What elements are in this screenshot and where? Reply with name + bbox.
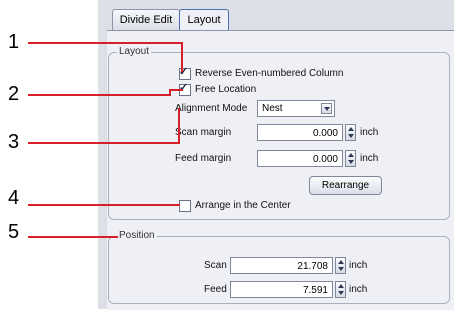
- position-feed-spinner[interactable]: [335, 281, 346, 298]
- callout-5: 5: [8, 221, 20, 243]
- callout-3-line-vertical: [178, 108, 180, 144]
- tab-layout[interactable]: Layout: [179, 9, 229, 31]
- arrow-down-icon: [338, 267, 344, 271]
- rearrange-button[interactable]: Rearrange: [309, 176, 382, 195]
- callout-1: 1: [8, 31, 20, 53]
- arrow-up-icon: [338, 284, 344, 288]
- arrow-down-icon: [348, 134, 354, 138]
- arrow-down-icon: [348, 160, 354, 164]
- alignment-mode-label: Alignment Mode: [175, 103, 248, 114]
- chevron-down-icon: [321, 103, 332, 114]
- arrow-down-icon: [338, 291, 344, 295]
- tab-divide-edit-label: Divide Edit: [119, 14, 173, 26]
- arrow-up-icon: [338, 260, 344, 264]
- checkmark-icon: ✓: [179, 82, 189, 94]
- tab-layout-label: Layout: [187, 14, 221, 26]
- scan-margin-unit: inch: [360, 127, 379, 138]
- callout-3-line: [28, 142, 180, 144]
- feed-margin-input[interactable]: 0.000: [257, 150, 343, 167]
- callout-2-line-step: [169, 89, 183, 91]
- callout-2: 2: [8, 83, 20, 105]
- arrow-up-icon: [348, 153, 354, 157]
- scan-margin-label: Scan margin: [175, 127, 232, 138]
- position-feed-label: Feed: [204, 284, 227, 295]
- callout-2-line: [28, 94, 170, 96]
- position-scan-input[interactable]: 21.708: [230, 257, 333, 274]
- scan-margin-spinner[interactable]: [345, 124, 356, 141]
- feed-margin-spinner[interactable]: [345, 150, 356, 167]
- position-scan-spinner[interactable]: [335, 257, 346, 274]
- layout-group-legend: Layout: [117, 46, 152, 57]
- alignment-mode-value: Nest: [262, 103, 283, 114]
- callout-3: 3: [8, 131, 20, 153]
- tab-divide-edit[interactable]: Divide Edit: [112, 9, 180, 31]
- feed-margin-unit: inch: [360, 153, 379, 164]
- callout-4-line: [28, 204, 180, 206]
- reverse-column-label: Reverse Even-numbered Column: [195, 68, 344, 79]
- position-feed-input[interactable]: 7.591: [230, 281, 333, 298]
- position-group-legend: Position: [117, 230, 157, 241]
- callout-2-line-vertical: [169, 89, 171, 96]
- position-scan-label: Scan: [204, 260, 227, 271]
- callout-1-line: [28, 42, 183, 44]
- free-location-label: Free Location: [195, 84, 257, 95]
- scan-margin-input[interactable]: 0.000: [257, 124, 343, 141]
- arrow-up-icon: [348, 127, 354, 131]
- arrange-center-label: Arrange in the Center: [195, 200, 291, 211]
- feed-margin-label: Feed margin: [175, 153, 232, 164]
- callout-1-line-vertical: [181, 42, 183, 72]
- arrange-center-checkbox[interactable]: [179, 200, 191, 212]
- position-scan-unit: inch: [349, 260, 368, 271]
- position-feed-unit: inch: [349, 284, 368, 295]
- alignment-mode-select[interactable]: Nest: [257, 100, 335, 117]
- callout-5-line: [28, 236, 118, 238]
- callout-4: 4: [8, 187, 20, 209]
